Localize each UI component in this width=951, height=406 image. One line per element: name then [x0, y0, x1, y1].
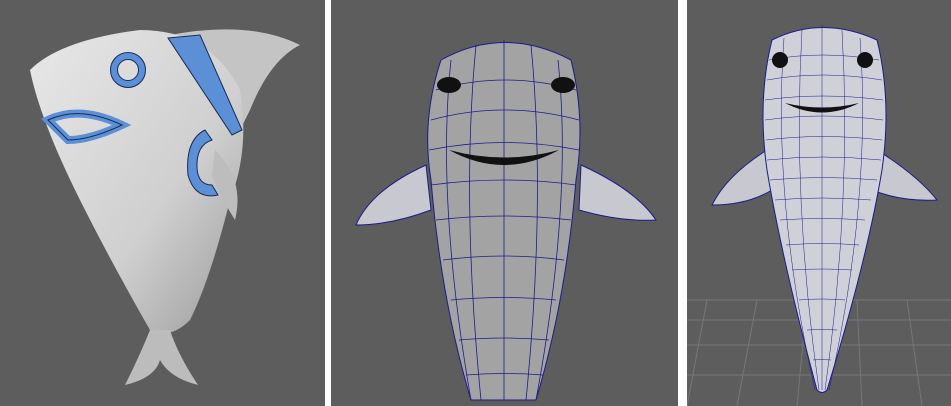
viewport-lowpoly[interactable] — [331, 0, 678, 406]
left-fin — [355, 164, 432, 226]
right-eye — [551, 77, 575, 93]
shark-body — [762, 27, 887, 393]
shark-model-subdivided[interactable] — [687, 0, 951, 406]
shark-model-lowpoly[interactable] — [331, 0, 678, 406]
left-eye — [772, 52, 788, 68]
shark-model-smooth[interactable] — [0, 0, 325, 406]
right-fin — [578, 164, 657, 221]
viewport-subdivided[interactable] — [687, 0, 951, 406]
left-eye — [437, 77, 461, 93]
left-fin — [711, 149, 773, 206]
right-eye — [857, 52, 873, 68]
tail-fin — [125, 330, 198, 385]
viewport-selection[interactable] — [0, 0, 325, 406]
